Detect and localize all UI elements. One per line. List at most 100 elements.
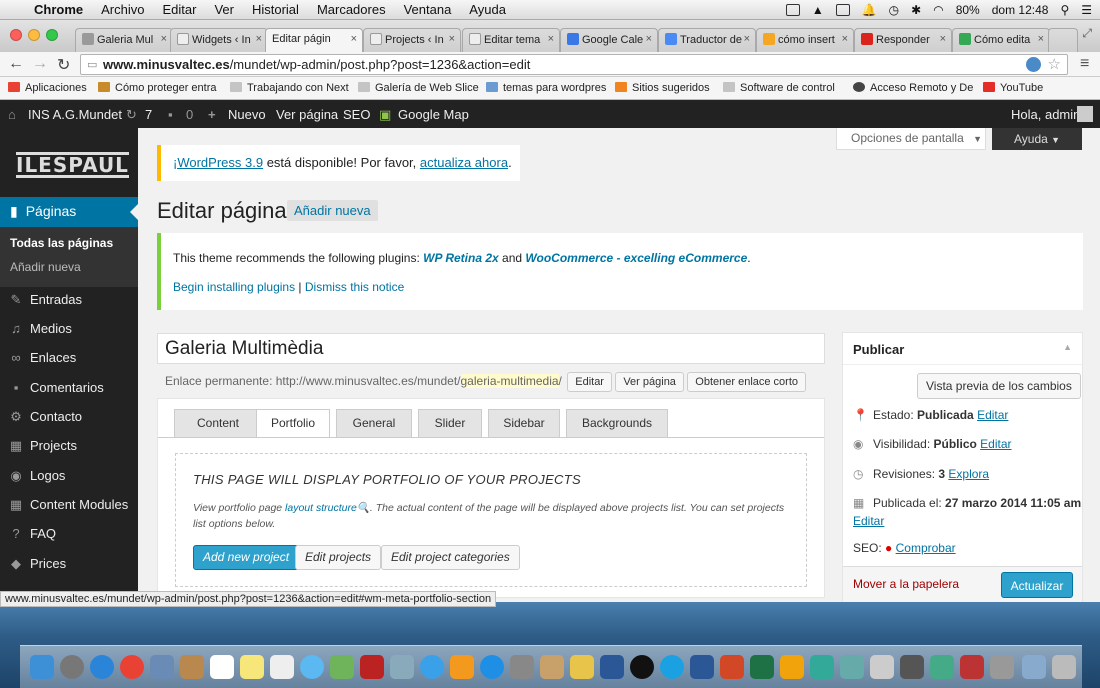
bookmark[interactable]: Acceso Remoto y De <box>853 82 973 94</box>
install-plugins-link[interactable]: Begin installing plugins <box>173 280 295 294</box>
bookmark[interactable]: Software de control <box>723 82 835 94</box>
page-info-icon[interactable]: ▭ <box>87 58 97 71</box>
map-icon[interactable]: ▣ <box>379 107 391 123</box>
clock[interactable]: dom 12:48 <box>992 3 1049 17</box>
screen-options-button[interactable]: Opciones de pantalla ▼ <box>836 128 986 150</box>
menu-historial[interactable]: Historial <box>252 2 299 17</box>
zoom-window-button[interactable] <box>46 29 58 41</box>
x11-icon[interactable] <box>600 655 624 679</box>
edit-date-link[interactable]: Editar <box>853 514 884 528</box>
avatar[interactable] <box>1077 106 1093 122</box>
menu-ver[interactable]: Ver <box>214 2 234 17</box>
fullscreen-icon[interactable]: ⤢ <box>1082 26 1092 41</box>
trash-icon[interactable] <box>1052 655 1076 679</box>
safari-icon[interactable] <box>90 655 114 679</box>
iphoto-icon[interactable] <box>390 655 414 679</box>
ibooks-icon[interactable] <box>450 655 474 679</box>
tab-backgrounds[interactable]: Backgrounds <box>566 409 668 437</box>
close-tab-icon[interactable]: × <box>646 33 652 45</box>
bookmark[interactable]: Galería de Web Slice <box>358 82 479 94</box>
word-icon[interactable] <box>690 655 714 679</box>
back-icon[interactable]: ← <box>8 55 24 73</box>
comments-icon[interactable]: ▪ <box>168 107 173 122</box>
spotlight-icon[interactable]: ⚲ <box>1060 3 1069 17</box>
plugin-link-woocommerce[interactable]: WooCommerce - excelling eCommerce <box>525 251 747 265</box>
folder-icon[interactable] <box>1022 655 1046 679</box>
reload-icon[interactable]: ↻ <box>57 55 70 75</box>
obs-icon[interactable] <box>630 655 654 679</box>
submenu-add-new[interactable]: Añadir nueva <box>10 260 81 274</box>
time-machine-icon[interactable]: ◷ <box>889 3 899 17</box>
tab[interactable]: Google Cale × <box>560 28 658 52</box>
star-icon[interactable]: ☆ <box>1048 55 1061 73</box>
tab[interactable]: Responder × <box>854 28 952 52</box>
tab-active[interactable]: Editar págin × <box>265 28 363 52</box>
sidebar-item-prices[interactable]: ◆ Prices <box>8 556 66 572</box>
battery-label[interactable]: 80% <box>956 3 980 17</box>
forward-icon[interactable]: → <box>32 55 48 73</box>
notes-icon[interactable] <box>240 655 264 679</box>
pencil-icon[interactable] <box>570 655 594 679</box>
contacts-icon[interactable] <box>180 655 204 679</box>
status-icon[interactable] <box>785 4 800 16</box>
publish-header[interactable]: Publicar ▲ <box>843 333 1082 365</box>
sidebar-item-faq[interactable]: ? FAQ <box>8 526 56 541</box>
google-map-menu[interactable]: Google Map <box>398 107 469 122</box>
submenu-all-pages[interactable]: Todas las páginas <box>10 236 113 250</box>
collapse-icon[interactable]: ▲ <box>1063 342 1072 352</box>
archive-icon[interactable] <box>540 655 564 679</box>
sidebar-item-comentarios[interactable]: ▪ Comentarios <box>8 380 104 395</box>
edit-visibility-link[interactable]: Editar <box>980 437 1011 451</box>
tab-sidebar[interactable]: Sidebar <box>488 409 560 437</box>
list-icon[interactable]: ☰ <box>1081 3 1092 17</box>
launchpad-icon[interactable] <box>60 655 84 679</box>
sidebar-item-content-modules[interactable]: ▦ Content Modules <box>8 497 128 513</box>
wordpress-extension-icon[interactable] <box>1026 57 1041 72</box>
sidebar-item-projects[interactable]: ▦ Projects <box>8 438 77 454</box>
explore-revisions-link[interactable]: Explora <box>948 467 989 481</box>
menu-ayuda[interactable]: Ayuda <box>469 2 506 17</box>
layout-structure-link[interactable]: layout structure <box>285 502 357 514</box>
finder-icon[interactable] <box>30 655 54 679</box>
app-store-icon[interactable] <box>480 655 504 679</box>
help-icon[interactable] <box>870 655 894 679</box>
edit-permalink-button[interactable]: Editar <box>567 372 612 392</box>
update-now-link[interactable]: actualiza ahora <box>420 155 508 170</box>
parallels-icon[interactable] <box>960 655 984 679</box>
updates-count[interactable]: 7 <box>145 107 152 122</box>
sidebar-item-entradas[interactable]: ✎ Entradas <box>8 292 83 308</box>
globe-icon[interactable] <box>810 655 834 679</box>
plus-icon[interactable]: + <box>208 107 216 122</box>
close-tab-icon[interactable]: × <box>449 33 455 45</box>
add-new-project-button[interactable]: Add new project <box>193 545 300 570</box>
close-tab-icon[interactable]: × <box>256 33 262 45</box>
updates-icon[interactable]: ↻ <box>126 107 137 123</box>
permalink-slug[interactable]: galeria-multimedia <box>460 374 559 388</box>
bookmark[interactable]: temas para wordpres <box>486 82 606 94</box>
update-button[interactable]: Actualizar <box>1001 572 1073 598</box>
tab-slider[interactable]: Slider <box>418 409 482 437</box>
view-page-button[interactable]: Ver página <box>615 372 684 392</box>
chrome-icon[interactable] <box>120 655 144 679</box>
bluetooth-icon[interactable]: ✱ <box>911 3 921 17</box>
drive-icon[interactable]: ▲ <box>812 3 824 17</box>
edit-projects-button[interactable]: Edit projects <box>295 545 382 570</box>
close-tab-icon[interactable]: × <box>744 33 750 45</box>
tab[interactable]: Editar tema × <box>462 28 560 52</box>
close-tab-icon[interactable]: × <box>351 33 357 45</box>
virtualbox-icon[interactable] <box>930 655 954 679</box>
app-menu[interactable]: Chrome <box>34 2 83 17</box>
plugin-link-retina[interactable]: WP Retina 2x <box>423 251 499 265</box>
sidebar-item-logos[interactable]: ◉ Logos <box>8 468 65 484</box>
facetime-icon[interactable] <box>330 655 354 679</box>
preview-changes-button[interactable]: Vista previa de los cambios <box>917 373 1081 399</box>
menu-marcadores[interactable]: Marcadores <box>317 2 386 17</box>
sidebar-item-enlaces[interactable]: ∞ Enlaces <box>8 350 76 365</box>
itunes-icon[interactable] <box>420 655 444 679</box>
close-window-button[interactable] <box>10 29 22 41</box>
wordpress-version-link[interactable]: ¡WordPress 3.9 <box>173 155 263 170</box>
teamviewer-icon[interactable] <box>660 655 684 679</box>
tab-content[interactable]: Content <box>174 409 262 437</box>
bookmark[interactable]: Trabajando con Next <box>230 82 349 94</box>
screen-icon[interactable] <box>835 4 850 16</box>
